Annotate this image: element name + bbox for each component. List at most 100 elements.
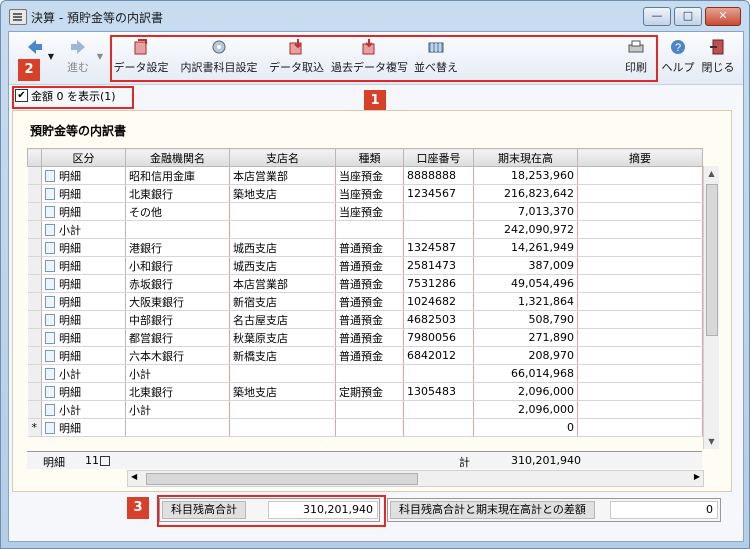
- cell-kind[interactable]: [335, 400, 404, 419]
- cell-bank[interactable]: 小計: [125, 400, 230, 419]
- cell-kubun[interactable]: 明細: [41, 418, 126, 437]
- cell-branch[interactable]: 名古屋支店: [229, 310, 336, 329]
- cell-kind[interactable]: [335, 364, 404, 383]
- cell-bank[interactable]: 港銀行: [125, 238, 230, 257]
- scroll-right-icon[interactable]: ▶: [694, 472, 700, 481]
- cell-note[interactable]: [577, 382, 703, 401]
- checkbox-box[interactable]: ✔: [15, 89, 28, 102]
- row-selector[interactable]: [27, 184, 42, 203]
- cell-branch[interactable]: [229, 400, 336, 419]
- cell-kubun[interactable]: 明細: [41, 256, 126, 275]
- row-selector[interactable]: [27, 238, 42, 257]
- cell-kind[interactable]: 定期預金: [335, 382, 404, 401]
- cell-account[interactable]: 8888888: [403, 166, 474, 185]
- table-row[interactable]: 小計 242,090,972: [27, 220, 703, 239]
- header-kind[interactable]: 種類: [335, 148, 404, 167]
- row-selector[interactable]: [27, 166, 42, 185]
- cell-kind[interactable]: 普通預金: [335, 310, 404, 329]
- cell-amount[interactable]: 216,823,642: [473, 184, 578, 203]
- cell-note[interactable]: [577, 220, 703, 239]
- forward-dropdown-icon[interactable]: ▼: [96, 52, 104, 61]
- cell-amount[interactable]: 14,261,949: [473, 238, 578, 257]
- cell-branch[interactable]: 城西支店: [229, 238, 336, 257]
- maximize-button[interactable]: □: [674, 7, 702, 26]
- vertical-scrollbar[interactable]: ▲ ▼: [703, 166, 719, 449]
- help-button[interactable]: ? ヘルプ: [661, 38, 695, 75]
- cell-bank[interactable]: 昭和信用金庫: [125, 166, 230, 185]
- cell-account[interactable]: [403, 364, 474, 383]
- cell-kubun[interactable]: 明細: [41, 184, 126, 203]
- cell-kubun[interactable]: 小計: [41, 400, 126, 419]
- cell-account[interactable]: 4682503: [403, 310, 474, 329]
- cell-amount[interactable]: 1,321,864: [473, 292, 578, 311]
- cell-bank[interactable]: 中部銀行: [125, 310, 230, 329]
- table-row[interactable]: 明細 北東銀行 築地支店 定期預金 1305483 2,096,000: [27, 382, 703, 401]
- cell-note[interactable]: [577, 328, 703, 347]
- row-selector[interactable]: [27, 202, 42, 221]
- cell-bank[interactable]: [125, 220, 230, 239]
- header-amount[interactable]: 期末現在高: [473, 148, 578, 167]
- cell-account[interactable]: [403, 202, 474, 221]
- cell-account[interactable]: 1305483: [403, 382, 474, 401]
- row-selector[interactable]: [27, 256, 42, 275]
- row-selector[interactable]: [27, 328, 42, 347]
- table-row[interactable]: 明細 北東銀行 築地支店 当座預金 1234567 216,823,642: [27, 184, 703, 203]
- cell-account[interactable]: 6842012: [403, 346, 474, 365]
- table-row[interactable]: 明細 赤坂銀行 本店営業部 普通預金 7531286 49,054,496: [27, 274, 703, 293]
- cell-kind[interactable]: 当座預金: [335, 166, 404, 185]
- row-selector[interactable]: [27, 346, 42, 365]
- cell-bank[interactable]: 赤坂銀行: [125, 274, 230, 293]
- forward-button[interactable]: 進む: [63, 38, 93, 75]
- cell-amount[interactable]: 66,014,968: [473, 364, 578, 383]
- cell-amount[interactable]: 18,253,960: [473, 166, 578, 185]
- cell-bank[interactable]: 北東銀行: [125, 184, 230, 203]
- cell-kubun[interactable]: 明細: [41, 274, 126, 293]
- row-selector[interactable]: [27, 274, 42, 293]
- cell-branch[interactable]: 新宿支店: [229, 292, 336, 311]
- table-row[interactable]: 明細 都営銀行 秋葉原支店 普通預金 7980056 271,890: [27, 328, 703, 347]
- cell-account[interactable]: 1234567: [403, 184, 474, 203]
- cell-kind[interactable]: 普通預金: [335, 328, 404, 347]
- scroll-up-icon[interactable]: ▲: [704, 166, 719, 181]
- cell-kind[interactable]: 普通預金: [335, 274, 404, 293]
- cell-branch[interactable]: 新橋支店: [229, 346, 336, 365]
- cell-note[interactable]: [577, 238, 703, 257]
- cell-account[interactable]: 2581473: [403, 256, 474, 275]
- show-zero-checkbox[interactable]: ✔ 金額 0 を表示(1): [12, 86, 126, 104]
- cell-amount[interactable]: 387,009: [473, 256, 578, 275]
- cell-kubun[interactable]: 明細: [41, 346, 126, 365]
- table-row[interactable]: 小計 小計 66,014,968: [27, 364, 703, 383]
- cell-branch[interactable]: 秋葉原支店: [229, 328, 336, 347]
- cell-branch[interactable]: 城西支店: [229, 256, 336, 275]
- scroll-down-icon[interactable]: ▼: [704, 434, 719, 449]
- row-selector[interactable]: [27, 220, 42, 239]
- cell-kind[interactable]: [335, 220, 404, 239]
- cell-branch[interactable]: [229, 364, 336, 383]
- cell-bank[interactable]: [125, 418, 230, 437]
- cell-note[interactable]: [577, 310, 703, 329]
- vertical-scroll-thumb[interactable]: [706, 184, 718, 336]
- cell-note[interactable]: [577, 400, 703, 419]
- cell-kubun[interactable]: 明細: [41, 328, 126, 347]
- header-kubun[interactable]: 区分: [41, 148, 126, 167]
- cell-account[interactable]: 7980056: [403, 328, 474, 347]
- cell-kind[interactable]: 普通預金: [335, 292, 404, 311]
- close-button[interactable]: 閉じる: [699, 38, 737, 75]
- cell-amount[interactable]: 242,090,972: [473, 220, 578, 239]
- table-row[interactable]: 小計 小計 2,096,000: [27, 400, 703, 419]
- cell-kind[interactable]: 普通預金: [335, 346, 404, 365]
- table-row[interactable]: 明細 港銀行 城西支店 普通預金 1324587 14,261,949: [27, 238, 703, 257]
- cell-note[interactable]: [577, 274, 703, 293]
- cell-kind[interactable]: 当座預金: [335, 202, 404, 221]
- cell-bank[interactable]: 北東銀行: [125, 382, 230, 401]
- cell-note[interactable]: [577, 364, 703, 383]
- cell-account[interactable]: 1024682: [403, 292, 474, 311]
- cell-kubun[interactable]: 明細: [41, 310, 126, 329]
- cell-bank[interactable]: 都営銀行: [125, 328, 230, 347]
- header-bank[interactable]: 金融機関名: [125, 148, 230, 167]
- cell-bank[interactable]: その他: [125, 202, 230, 221]
- header-account[interactable]: 口座番号: [403, 148, 474, 167]
- cell-account[interactable]: 1324587: [403, 238, 474, 257]
- cell-amount[interactable]: 7,013,370: [473, 202, 578, 221]
- cell-amount[interactable]: 508,790: [473, 310, 578, 329]
